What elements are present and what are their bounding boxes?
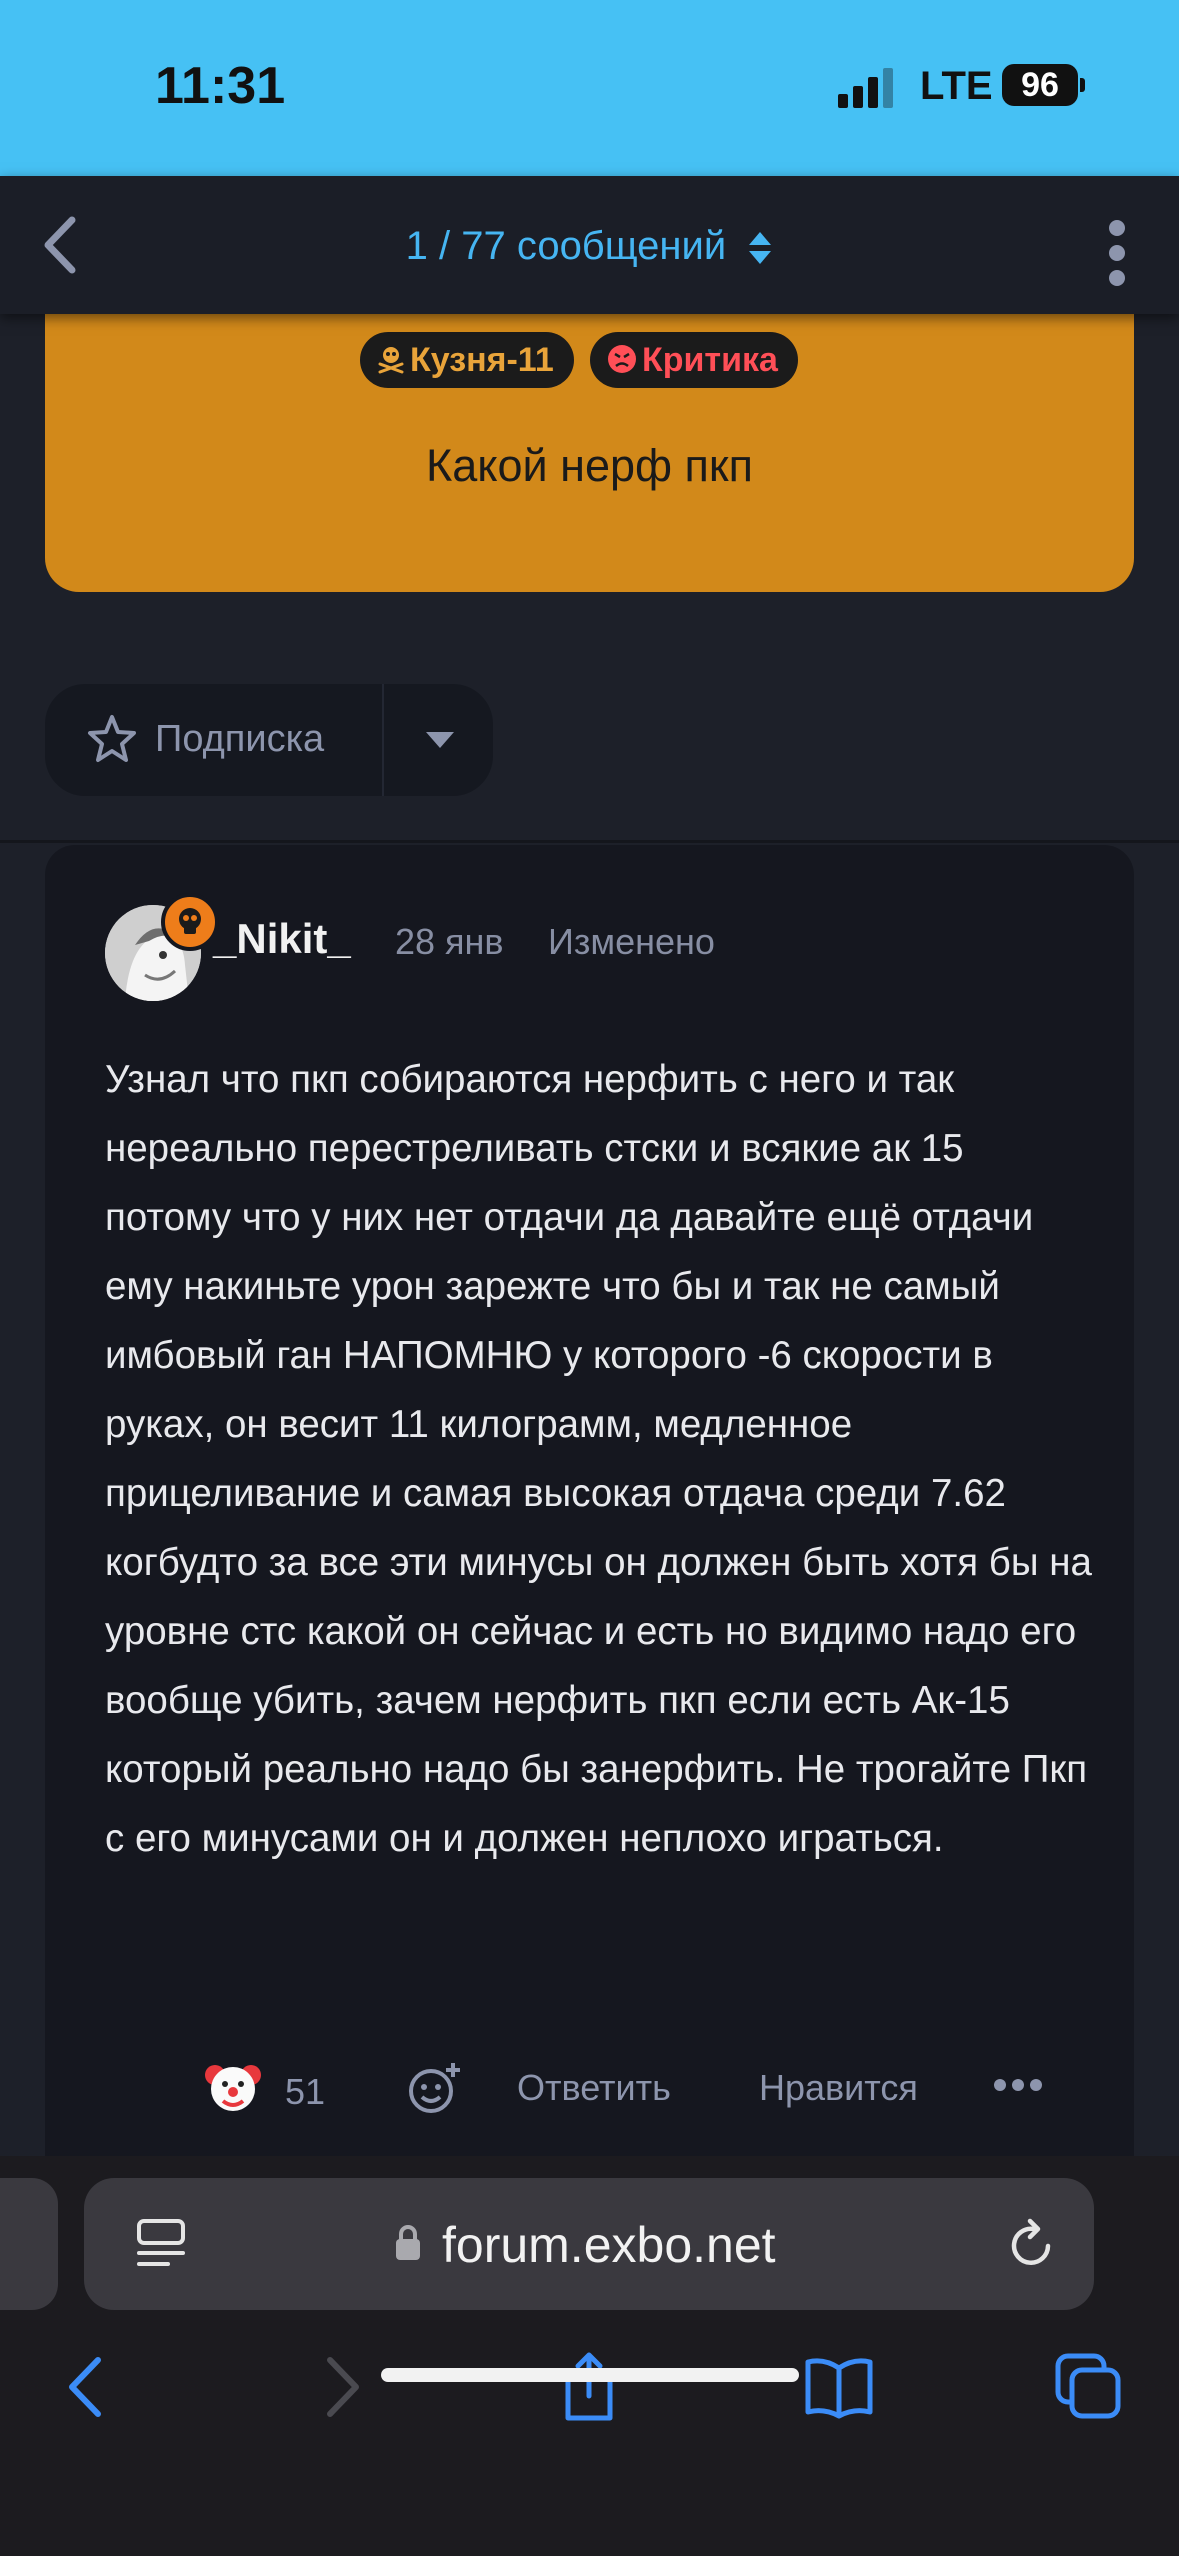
reply-button[interactable]: Ответить [517, 2067, 671, 2109]
share-icon[interactable] [554, 2352, 624, 2422]
star-icon [88, 715, 136, 762]
clown-face-icon[interactable] [203, 2057, 263, 2117]
subscribe-divider [382, 684, 384, 796]
more-horizontal-icon[interactable] [993, 2075, 1043, 2095]
post-counter[interactable]: 1 / 77 сообщений [0, 224, 1179, 269]
post-author[interactable]: _Nikit_ [213, 915, 351, 963]
post-actions: 51 Ответить Нравится [45, 2045, 1134, 2135]
status-time: 11:31 [155, 57, 286, 115]
discussion-header: 1 / 77 сообщений [0, 176, 1179, 314]
skull-icon [179, 908, 201, 934]
battery-tip [1080, 78, 1085, 92]
more-vertical-icon[interactable] [1102, 218, 1132, 288]
post-edited: Изменено [548, 921, 715, 962]
post-card: _Nikit_ 28 янв Изменено Узнал что пкп со… [45, 845, 1134, 2165]
browser-toolbar: forum.exbo.net [0, 2156, 1179, 2556]
tag-kuznya[interactable]: Кузня-11 [360, 332, 574, 388]
bookmarks-icon[interactable] [804, 2352, 874, 2422]
tag-kritika[interactable]: Критика [590, 332, 798, 388]
cellular-signal-icon [838, 68, 893, 108]
subscribe-label: Подписка [155, 718, 325, 760]
skull-crossbones-icon [378, 347, 404, 374]
forward-icon[interactable] [306, 2352, 376, 2422]
reaction-count: 51 [285, 2071, 326, 2112]
add-reaction-icon[interactable] [405, 2059, 463, 2117]
like-button[interactable]: Нравится [759, 2067, 918, 2109]
counter-total: / 77 сообщений [427, 224, 727, 268]
post-body: Узнал что пкп собираются нерфить с него … [105, 1058, 1092, 1860]
previous-tab-peek[interactable] [0, 2178, 58, 2310]
reader-icon[interactable] [136, 2218, 186, 2270]
angry-face-icon [608, 345, 636, 374]
subscribe-button[interactable]: Подписка [45, 684, 493, 796]
battery-indicator: 96 [1002, 64, 1078, 106]
tag-label: Кузня-11 [410, 341, 554, 379]
post-date[interactable]: 28 янв [395, 921, 504, 963]
user-badge [161, 893, 219, 951]
lock-icon [396, 2225, 420, 2260]
discussion-title: Какой нерф пкп [426, 440, 753, 491]
sort-icon [749, 232, 772, 265]
home-indicator [381, 2368, 799, 2382]
caret-down-icon[interactable] [423, 726, 457, 752]
reload-icon[interactable] [1004, 2218, 1058, 2272]
discussion-hero: Кузня-11 Критика Какой нерф пкп [45, 270, 1134, 592]
address-bar[interactable]: forum.exbo.net [84, 2178, 1094, 2310]
network-type: LTE [920, 64, 993, 108]
tag-label: Критика [642, 341, 778, 379]
counter-current: 1 [405, 224, 428, 268]
section-divider [0, 840, 1179, 843]
tabs-icon[interactable] [1054, 2352, 1124, 2422]
url-text[interactable]: forum.exbo.net [442, 2216, 776, 2274]
status-bar: 11:31 LTE 96 [0, 0, 1179, 176]
back-icon[interactable] [52, 2352, 122, 2422]
